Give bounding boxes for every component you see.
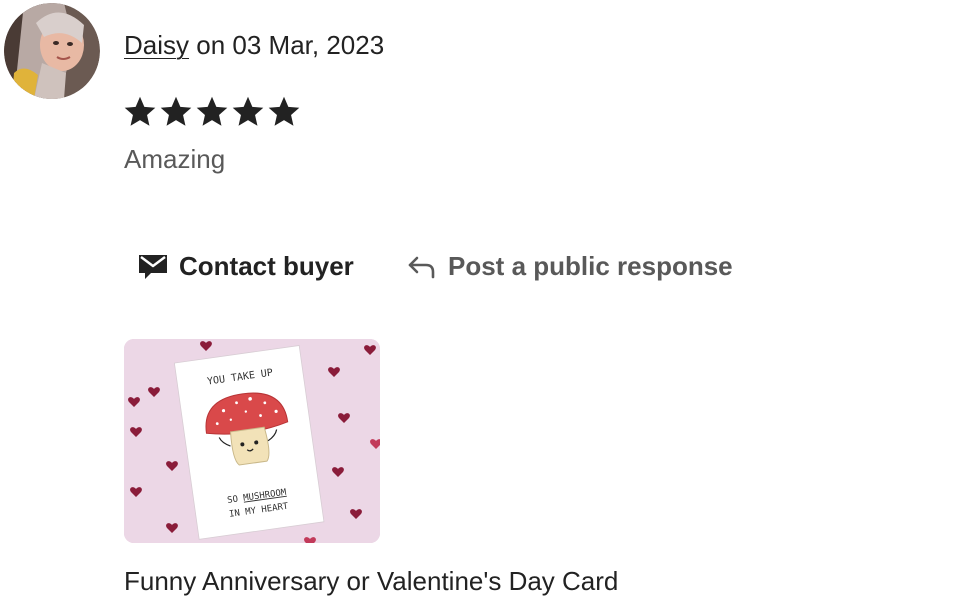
star-icon — [232, 96, 264, 126]
review-header: Daisy on 03 Mar, 2023 — [124, 28, 384, 62]
contact-buyer-button[interactable]: Contact buyer — [137, 246, 354, 286]
mail-icon — [139, 255, 167, 279]
product-title[interactable]: Funny Anniversary or Valentine's Day Car… — [124, 564, 618, 598]
star-rating — [122, 94, 302, 130]
reviewer-name-link[interactable]: Daisy — [124, 30, 189, 60]
reviewer-avatar[interactable] — [4, 3, 100, 99]
star-icon — [196, 96, 228, 126]
product-thumbnail[interactable]: YOU TAKE UP SO MUSHROOM IN MY HEART — [124, 339, 380, 543]
contact-buyer-label: Contact buyer — [179, 250, 354, 281]
star-icon — [124, 96, 156, 126]
post-public-response-button[interactable]: Post a public response — [406, 246, 733, 286]
review-date: on 03 Mar, 2023 — [196, 30, 385, 60]
star-icon — [268, 96, 300, 126]
review-text: Amazing — [124, 144, 226, 174]
star-icon — [160, 96, 192, 126]
reply-arrow-icon — [408, 256, 435, 279]
post-public-response-label: Post a public response — [448, 250, 733, 281]
greeting-card: YOU TAKE UP SO MUSHROOM IN MY HEART — [173, 345, 325, 540]
